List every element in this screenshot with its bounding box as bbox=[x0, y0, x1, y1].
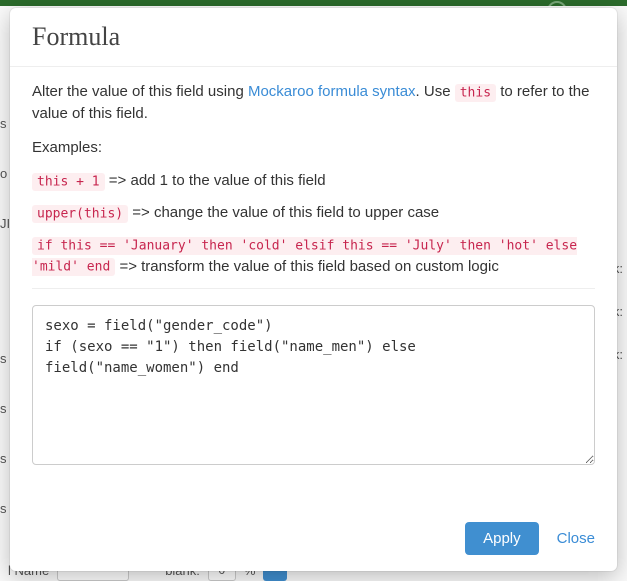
text: Alter the value of this field using bbox=[32, 83, 248, 100]
intro-text: Alter the value of this field using Mock… bbox=[32, 81, 595, 125]
code-snippet: upper(this) bbox=[32, 205, 128, 223]
bg-text: s bbox=[0, 451, 7, 466]
example-3: if this == 'January' then 'cold' elsif t… bbox=[32, 234, 595, 278]
example-2: upper(this) => change the value of this … bbox=[32, 202, 595, 224]
formula-editor[interactable] bbox=[32, 305, 595, 465]
examples-heading: Examples: bbox=[32, 137, 595, 159]
text: . Use bbox=[416, 83, 455, 100]
modal-footer: Apply Close bbox=[10, 512, 617, 571]
modal-header: Formula bbox=[10, 8, 617, 66]
bg-text: s bbox=[0, 351, 7, 366]
apply-button[interactable]: Apply bbox=[465, 522, 539, 555]
code-snippet: this + 1 bbox=[32, 173, 105, 191]
bg-text: o bbox=[0, 166, 7, 181]
formula-modal: Formula Alter the value of this field us… bbox=[10, 8, 617, 571]
code-this: this bbox=[455, 84, 496, 102]
text: => change the value of this field to upp… bbox=[128, 204, 439, 221]
bg-text: JI bbox=[0, 216, 10, 231]
divider bbox=[32, 288, 595, 289]
modal-title: Formula bbox=[32, 22, 595, 52]
syntax-link[interactable]: Mockaroo formula syntax bbox=[248, 83, 416, 100]
bg-text: s bbox=[0, 116, 7, 131]
bg-text: s bbox=[0, 401, 7, 416]
example-1: this + 1 => add 1 to the value of this f… bbox=[32, 170, 595, 192]
text: => transform the value of this field bas… bbox=[115, 258, 499, 275]
close-button[interactable]: Close bbox=[557, 530, 595, 547]
bg-text: s bbox=[0, 501, 7, 516]
modal-body: Alter the value of this field using Mock… bbox=[10, 67, 617, 512]
text: => add 1 to the value of this field bbox=[105, 172, 326, 189]
